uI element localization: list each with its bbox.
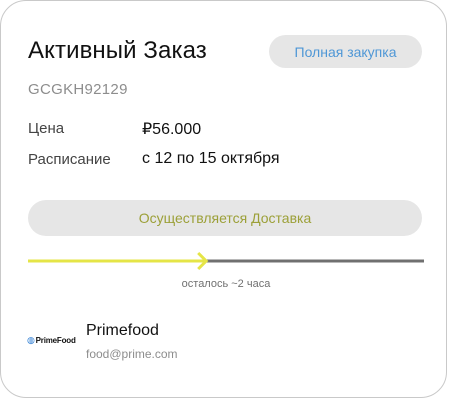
order-id: GCGKH92129 (28, 81, 128, 98)
price-value: ₽56.000 (142, 121, 202, 138)
card-title: Активный Заказ (28, 37, 207, 64)
delivery-status-badge: Осуществляется Доставка (28, 200, 422, 236)
schedule-label: Расписание (28, 151, 111, 168)
active-order-card: Активный Заказ Полная закупка GCGKH92129… (0, 0, 447, 398)
time-remaining: осталось ~2 часа (181, 278, 271, 290)
delivery-progress-track (28, 251, 424, 271)
price-label: Цена (28, 120, 65, 137)
vendor-name: Primefood (86, 322, 159, 339)
full-purchase-button[interactable]: Полная закупка (269, 35, 422, 68)
schedule-value: с 12 по 15 октября (142, 150, 280, 167)
vendor-logo: ◍ PrimeFood (27, 335, 76, 346)
vendor-logo-text: PrimeFood (35, 336, 76, 345)
primefood-logo-icon: ◍ (27, 335, 35, 345)
vendor-email[interactable]: food@prime.com (86, 347, 178, 361)
